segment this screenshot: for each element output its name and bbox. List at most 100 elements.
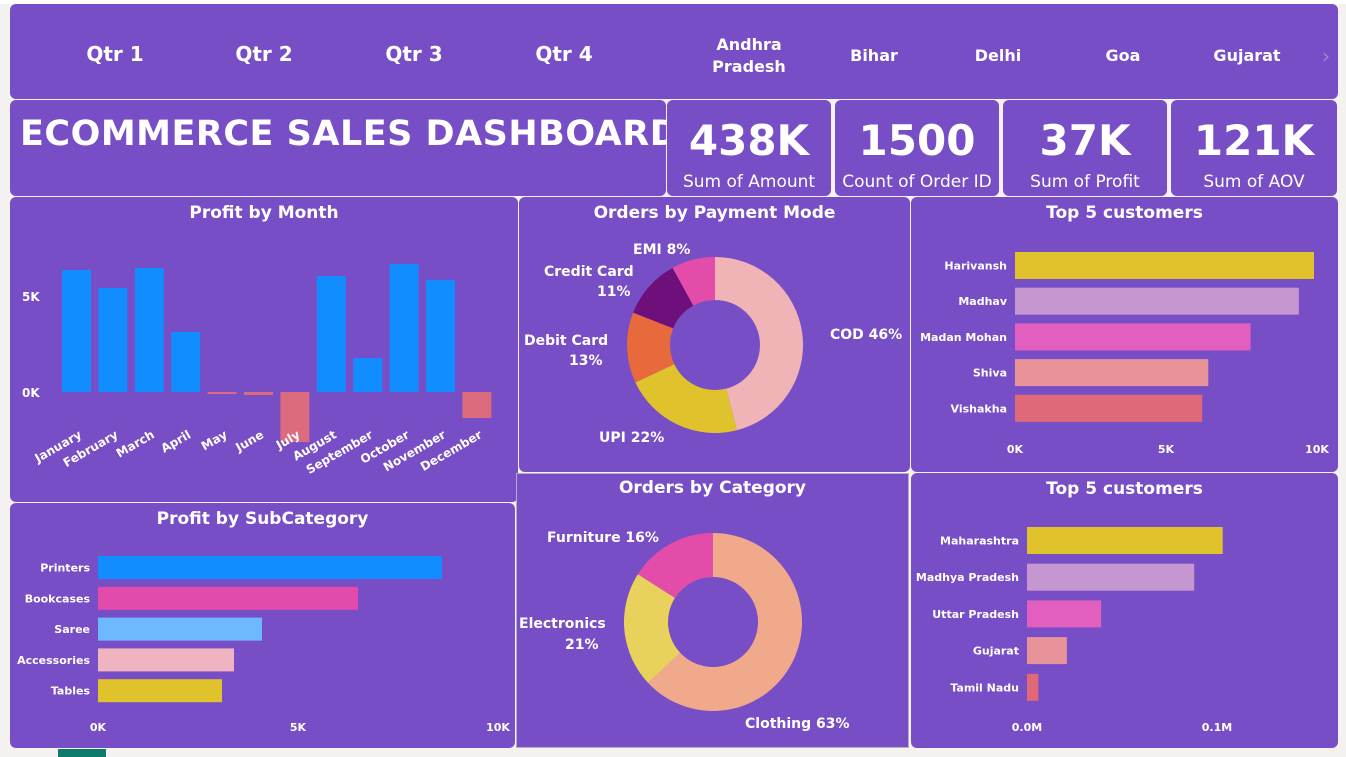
bar xyxy=(1027,673,1039,701)
y-tick-label: 0K xyxy=(22,386,40,400)
bar xyxy=(98,556,442,579)
profit-by-subcategory-svg: Printers Bookcases Saree Accessories Tables 0… xyxy=(17,556,510,734)
x-tick-label: 5K xyxy=(290,721,307,734)
slicer-qtr-2[interactable]: Qtr 2 xyxy=(235,42,292,66)
top-customers-svg: Harivansh Madhav Madan Mohan Shiva Vishakha 0… xyxy=(920,252,1329,456)
slicer-qtr-3[interactable]: Qtr 3 xyxy=(385,42,442,66)
kpi-value: 37K xyxy=(1039,116,1131,165)
category-label: Shiva xyxy=(973,367,1007,380)
bar xyxy=(1015,359,1209,387)
page-title: ECOMMERCE SALES DASHBOARD xyxy=(20,114,680,154)
slicer-state-bihar[interactable]: Bihar xyxy=(850,45,898,67)
bar xyxy=(1015,323,1251,351)
title-banner: ECOMMERCE SALES DASHBOARD xyxy=(10,100,679,196)
chart-profit-by-subcategory: Profit by SubCategory Printers Bookcases S… xyxy=(10,503,515,748)
category-label: Vishakha xyxy=(951,402,1007,415)
bar xyxy=(1015,287,1299,315)
slice-label: 21% xyxy=(565,637,599,653)
category-label: Madan Mohan xyxy=(920,331,1007,344)
slicer-state-goa[interactable]: Goa xyxy=(1106,45,1141,67)
profit-by-month-svg: 5K0KJanuaryFebruaryMarch April May June July… xyxy=(22,264,492,477)
category-label: Madhav xyxy=(958,295,1007,308)
kpi-label: Sum of Amount xyxy=(682,172,816,192)
kpi-card-aov: 121K Sum of AOV xyxy=(1171,100,1337,196)
bar-december xyxy=(462,392,492,418)
payment-mode-donut-svg: COD 46% UPI 22% Debit Card 13% Credit Card 11… xyxy=(524,242,902,446)
bar-january xyxy=(62,270,91,392)
category-label: Uttar Pradesh xyxy=(932,608,1019,621)
slice-label: Debit Card xyxy=(524,333,608,349)
x-tick-label: 0K xyxy=(1007,443,1024,456)
x-tick-label: 0.1M xyxy=(1202,721,1232,734)
x-tick-label: 10K xyxy=(1305,443,1329,456)
category-label: Bookcases xyxy=(25,592,91,605)
slice-label: EMI 8% xyxy=(633,242,690,258)
y-tick-label: 5K xyxy=(22,290,40,304)
slicer-state-gujarat[interactable]: Gujarat xyxy=(1213,45,1280,67)
bar-august xyxy=(316,276,346,392)
slicer-qtr-1[interactable]: Qtr 1 xyxy=(86,42,143,66)
kpi-value: 121K xyxy=(1193,116,1315,165)
kpi-label: Count of Order ID xyxy=(842,172,992,192)
bar xyxy=(1027,600,1102,628)
category-label: Printers xyxy=(40,562,90,575)
bar-september xyxy=(353,358,383,392)
kpi-label: Sum of AOV xyxy=(1203,172,1305,192)
x-tick-label: June xyxy=(232,427,266,454)
chart-top-customers: Top 5 customers Harivansh Madhav Madan Moh… xyxy=(911,197,1338,472)
kpi-value: 438K xyxy=(688,116,810,165)
bar xyxy=(98,617,262,641)
category-label: Madhya Pradesh xyxy=(916,571,1019,584)
bar xyxy=(1027,637,1067,665)
category-label: Accessories xyxy=(17,654,90,667)
x-tick-label: 10K xyxy=(486,721,510,734)
kpi-label: Sum of Profit xyxy=(1030,172,1140,192)
page-tab-indicator xyxy=(58,749,106,757)
bar xyxy=(98,648,234,672)
slice-label: COD 46% xyxy=(830,327,902,343)
chart-orders-by-payment-mode: Orders by Payment Mode COD 46% UPI 22% Deb… xyxy=(519,197,910,472)
bar xyxy=(1015,394,1203,422)
category-donut-svg: Clothing 63% Electronics 21% Furniture 16% xyxy=(519,530,850,732)
bar-may xyxy=(207,392,237,394)
x-tick-label: 5K xyxy=(1158,443,1175,456)
kpi-value: 1500 xyxy=(858,116,976,165)
bar-october xyxy=(389,264,419,392)
category-label: Harivansh xyxy=(944,260,1007,273)
kpi-card-order-count: 1500 Count of Order ID xyxy=(835,100,999,196)
top-states-svg: Maharashtra Madhya Pradesh Uttar Pradesh Gu… xyxy=(916,527,1232,734)
bar xyxy=(98,679,222,703)
slice-label: 11% xyxy=(597,284,631,300)
x-tick-label: 0.0M xyxy=(1012,721,1042,734)
bar-march xyxy=(134,268,164,392)
bar-november xyxy=(426,280,455,392)
category-label: Gujarat xyxy=(973,645,1019,658)
category-label: Maharashtra xyxy=(940,535,1019,548)
chart-top-states: Top 5 customers Maharashtra Madhya Prades… xyxy=(911,473,1338,748)
slice-label: Furniture 16% xyxy=(547,530,659,546)
slice-label: 13% xyxy=(569,353,603,369)
kpi-card-amount: 438K Sum of Amount xyxy=(667,100,831,196)
slice-label: Electronics xyxy=(519,616,606,632)
slicer-panel: Qtr 1 Qtr 2 Qtr 3 Qtr 4 Andhra Pradesh B… xyxy=(10,4,1338,99)
slicer-qtr-4[interactable]: Qtr 4 xyxy=(535,42,592,66)
slicer-state-delhi[interactable]: Delhi xyxy=(975,45,1022,67)
chevron-right-icon[interactable]: › xyxy=(1322,44,1330,68)
kpi-card-profit: 37K Sum of Profit xyxy=(1003,100,1167,196)
slicer-state-andhra-pradesh[interactable]: Andhra Pradesh xyxy=(709,34,789,78)
bar xyxy=(1027,527,1223,554)
slice-label: UPI 22% xyxy=(599,430,664,446)
bar xyxy=(1027,563,1195,591)
x-tick-label: May xyxy=(199,427,230,453)
slice-label: Clothing 63% xyxy=(745,716,850,732)
x-tick-label: April xyxy=(158,427,193,455)
chart-profit-by-month: Profit by Month 5K 0K January February March… xyxy=(10,197,518,502)
slice-label: Credit Card xyxy=(544,264,634,280)
bar xyxy=(98,586,358,610)
bar-february xyxy=(98,288,128,392)
chart-orders-by-category[interactable]: Orders by Category Clothing 63% Electroni… xyxy=(516,473,909,748)
category-label: Tamil Nadu xyxy=(950,681,1019,694)
x-tick-label: 0K xyxy=(90,721,107,734)
bar xyxy=(1015,252,1314,279)
bar-april xyxy=(171,332,201,392)
